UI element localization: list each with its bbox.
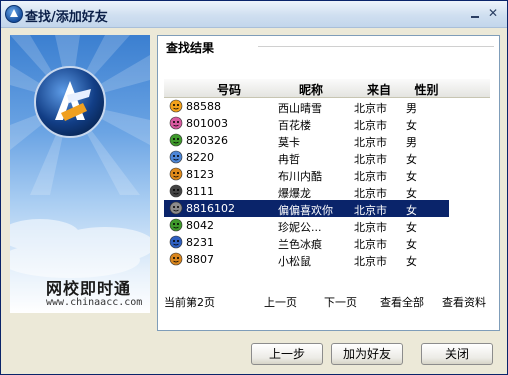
column-header-from[interactable]: 来自 (354, 81, 404, 98)
row-id: 820326 (186, 134, 228, 147)
blue-hair-avatar-icon (169, 235, 183, 249)
results-group-title: 查找结果 (164, 39, 217, 56)
row-nick: 莫卡 (278, 136, 300, 149)
row-nick: 百花楼 (278, 119, 311, 132)
close-icon[interactable]: ✕ (485, 6, 501, 22)
search-results-group: 查找结果 号码 昵称 来自 性别 88588 西山晴雪 北京市男 801003 百花楼北… (157, 35, 500, 331)
list-item[interactable]: 8220 冉哲 北京市 女 (164, 149, 449, 166)
pink-hair-avatar-icon (169, 116, 183, 130)
row-from: 北京市 (354, 238, 387, 251)
row-nick: 冉哲 (278, 153, 300, 166)
row-nick: 珍妮公... (278, 221, 322, 234)
column-header-sex[interactable]: 性别 (404, 81, 449, 98)
row-sex: 女 (406, 153, 417, 166)
list-header: 号码 昵称 来自 性别 (164, 79, 490, 98)
row-id: 8111 (186, 185, 214, 198)
prev-page-link[interactable]: 上一页 (264, 294, 297, 310)
minimize-icon[interactable] (467, 6, 483, 22)
row-sex: 女 (406, 255, 417, 268)
tiger-avatar-icon (169, 167, 183, 181)
row-sex: 男 (406, 136, 417, 149)
row-sex: 女 (406, 170, 417, 183)
row-id: 8123 (186, 168, 214, 181)
window-title: 查找/添加好友 (25, 10, 108, 25)
results-list[interactable]: 号码 昵称 来自 性别 88588 西山晴雪 北京市男 801003 百花楼 北京市女 82… (164, 79, 490, 269)
orange-face-avatar-icon (169, 99, 183, 113)
app-logo-icon (5, 5, 23, 23)
row-from: 北京市 (354, 170, 387, 183)
row-from: 北京市 (354, 221, 387, 234)
row-id: 801003 (186, 117, 228, 130)
row-sex: 女 (406, 187, 417, 200)
row-sex: 男 (406, 102, 417, 115)
row-from: 北京市 (354, 136, 387, 149)
view-profile-link[interactable]: 查看资料 (442, 294, 486, 310)
row-id: 8042 (186, 219, 214, 232)
row-id: 8220 (186, 151, 214, 164)
green-person-avatar-icon (169, 218, 183, 232)
row-sex: 女 (406, 119, 417, 132)
current-page-label: 当前第2页 (164, 296, 215, 309)
find-add-friend-window: 查找/添加好友 ✕ 网校即时通 www.chinaacc.com 查找结果 号码… (0, 0, 508, 375)
row-id: 8816102 (186, 202, 235, 215)
title-separator (258, 46, 494, 47)
view-all-link[interactable]: 查看全部 (380, 294, 424, 310)
row-from: 北京市 (354, 119, 387, 132)
row-id: 8231 (186, 236, 214, 249)
list-item[interactable]: 88588 西山晴雪 北京市 男 (164, 98, 449, 115)
brand-name: 网校即时通 (46, 279, 132, 298)
column-header-nick[interactable]: 昵称 (276, 81, 346, 98)
close-button[interactable]: 关闭 (421, 343, 493, 365)
row-from: 北京市 (354, 102, 387, 115)
row-from: 北京市 (354, 204, 387, 217)
row-from: 北京市 (354, 187, 387, 200)
squirrel-avatar-icon (169, 252, 183, 266)
row-id: 8807 (186, 253, 214, 266)
row-from: 北京市 (354, 255, 387, 268)
row-nick: 偏偏喜欢你 (278, 204, 333, 217)
pager: 当前第2页 上一页 下一页 查看全部 查看资料 (164, 294, 494, 310)
row-id: 88588 (186, 100, 221, 113)
title-bar[interactable]: 查找/添加好友 ✕ (1, 1, 507, 28)
row-sex: 女 (406, 238, 417, 251)
row-sex: 女 (406, 204, 417, 217)
brand-domain: www.chinaacc.com (46, 297, 143, 308)
column-header-id[interactable]: 号码 (194, 81, 264, 98)
gray-face-avatar-icon (169, 201, 183, 215)
list-item[interactable]: 820326 莫卡 北京市 男 (164, 132, 449, 149)
next-page-link[interactable]: 下一页 (324, 294, 357, 310)
dark-hair-avatar-icon (169, 184, 183, 198)
row-nick: 爆爆龙 (278, 187, 311, 200)
list-item[interactable]: 8231 兰色冰痕 北京市 女 (164, 234, 449, 251)
list-item[interactable]: 8042 珍妮公... 北京市 女 (164, 217, 449, 234)
green-person-avatar-icon (169, 133, 183, 147)
row-nick: 兰色冰痕 (278, 238, 322, 251)
list-item[interactable]: 8123 布川内酷 北京市 女 (164, 166, 449, 183)
branding-panel: 网校即时通 www.chinaacc.com (10, 35, 150, 313)
row-sex: 女 (406, 221, 417, 234)
chinaacc-logo-icon (34, 66, 106, 138)
row-from: 北京市 (354, 153, 387, 166)
list-item[interactable]: 8816102 偏偏喜欢你 北京市 女 (164, 200, 449, 217)
row-nick: 西山晴雪 (278, 102, 322, 115)
row-nick: 小松鼠 (278, 255, 311, 268)
back-button[interactable]: 上一步 (251, 343, 323, 365)
add-friend-button[interactable]: 加为好友 (331, 343, 403, 365)
list-item[interactable]: 8111 爆爆龙 北京市 女 (164, 183, 449, 200)
list-item[interactable]: 8807 小松鼠 北京市 女 (164, 251, 449, 268)
blue-face-avatar-icon (169, 150, 183, 164)
row-nick: 布川内酷 (278, 170, 322, 183)
list-item[interactable]: 801003 百花楼 北京市 女 (164, 115, 449, 132)
